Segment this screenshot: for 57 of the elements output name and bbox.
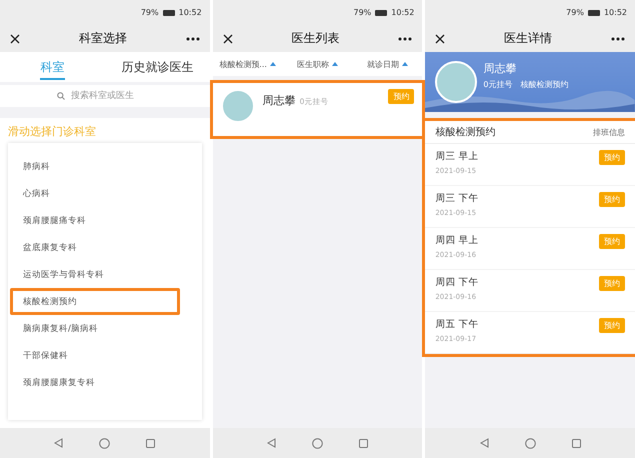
department-item[interactable]: 运动医学与骨科专科 [10,261,192,288]
slot-time: 周三 早上 [435,150,478,163]
sort-arrow-icon [332,62,338,66]
page-title: 医生列表 [292,30,340,47]
tab[interactable]: 历史就诊医生 [104,52,210,82]
department-item[interactable]: 颈肩腰腿康复专科 [10,369,192,396]
close-icon[interactable] [10,34,20,44]
home-icon[interactable] [312,438,323,448]
fee-label: 0元挂号 [483,78,512,90]
clock-time: 10:52 [178,8,202,17]
close-icon[interactable] [222,34,233,44]
slot-time: 周四 下午 [435,276,478,289]
more-icon[interactable] [611,36,625,40]
battery-level: 79% [354,8,372,17]
slot-time: 周三 下午 [435,192,478,205]
department-label: 核酸检测预约 [520,78,568,90]
slot-time: 周五 下午 [435,318,478,331]
more-icon[interactable] [186,36,200,40]
back-icon[interactable] [54,438,64,448]
department-item[interactable]: 干部保健科 [10,342,192,369]
department-item[interactable]: 核酸检测预约 [10,288,180,315]
more-icon[interactable] [398,36,412,40]
schedule-info-link[interactable]: 排班信息 [593,126,626,138]
doctor-name: 周志攀 [483,60,518,76]
clock-time: 10:52 [604,8,628,17]
page-title: 医生详情 [504,30,552,47]
sort-arrow-icon [402,62,408,66]
filter-dropdown[interactable]: 就诊日期 [352,58,422,70]
search-icon [56,92,65,100]
battery-icon [588,10,600,16]
recents-icon[interactable] [359,438,368,448]
home-icon[interactable] [524,438,536,448]
department-item[interactable]: 肺病科 [10,153,192,180]
department-item[interactable]: 盆底康复专科 [10,234,192,261]
battery-icon [375,10,388,16]
back-icon[interactable] [480,438,489,448]
department-item[interactable]: 心病科 [10,180,192,207]
doctor-name: 周志攀 [262,94,296,107]
filter-dropdown[interactable]: 医生职称 [282,58,352,70]
recents-icon[interactable] [146,438,156,448]
section-title: 滑动选择门诊科室 [7,124,97,140]
home-icon[interactable] [99,438,110,448]
close-icon[interactable] [435,34,446,44]
page-title: 科室选择 [78,30,127,47]
battery-icon [162,10,175,16]
department-item[interactable]: 脑病康复科/脑病科 [10,315,192,342]
avatar-icon [435,61,478,103]
department-item[interactable]: 颈肩腰腿痛专科 [10,207,192,234]
sort-arrow-icon [270,62,276,66]
schedule-title: 核酸检测预约 [435,126,496,139]
recents-icon[interactable] [572,438,581,448]
battery-level: 79% [566,8,584,17]
clock-time: 10:52 [391,8,414,17]
back-icon[interactable] [267,438,276,448]
battery-level: 79% [140,8,159,17]
filter-dropdown[interactable]: 核酸检测预... [212,58,283,70]
slot-time: 周四 早上 [435,234,478,247]
